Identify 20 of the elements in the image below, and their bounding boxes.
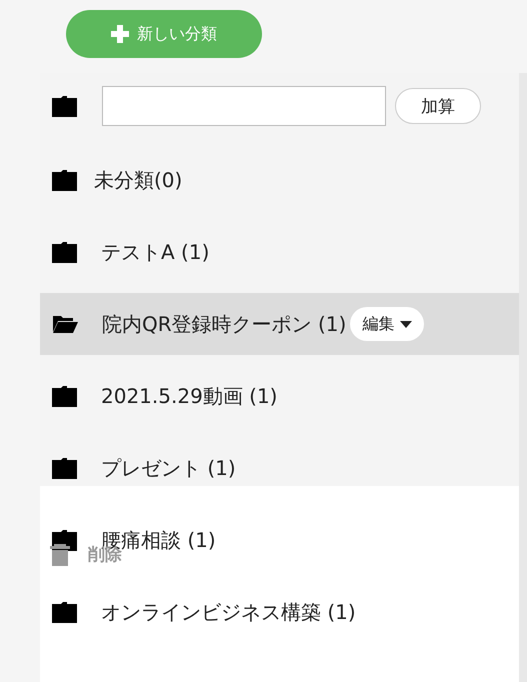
add-button[interactable]: 加算 — [395, 88, 481, 124]
open-folder-icon — [52, 314, 78, 334]
plus-icon — [111, 25, 129, 43]
folder-icon — [52, 95, 77, 117]
category-label: 未分類(0) — [94, 166, 182, 194]
folder-icon — [52, 601, 77, 623]
category-label: オンラインビジネス構築 (1) — [101, 598, 356, 626]
category-label: プレゼント (1) — [101, 454, 236, 482]
category-label: 院内QR登録時クーポン (1) — [102, 310, 346, 338]
folder-icon — [52, 241, 77, 263]
folder-icon — [52, 385, 77, 407]
edit-button[interactable]: 編集 — [350, 307, 424, 341]
trash-icon — [50, 544, 70, 566]
folder-icon — [52, 169, 77, 191]
category-label: 2021.5.29動画 (1) — [101, 382, 278, 410]
folder-icon — [52, 457, 77, 479]
selected-category-row[interactable]: 院内QR登録時クーポン (1) 編集 — [40, 293, 519, 355]
caret-icon — [400, 320, 412, 328]
category-name-input[interactable] — [102, 86, 386, 126]
category-label: テストA (1) — [101, 238, 210, 266]
